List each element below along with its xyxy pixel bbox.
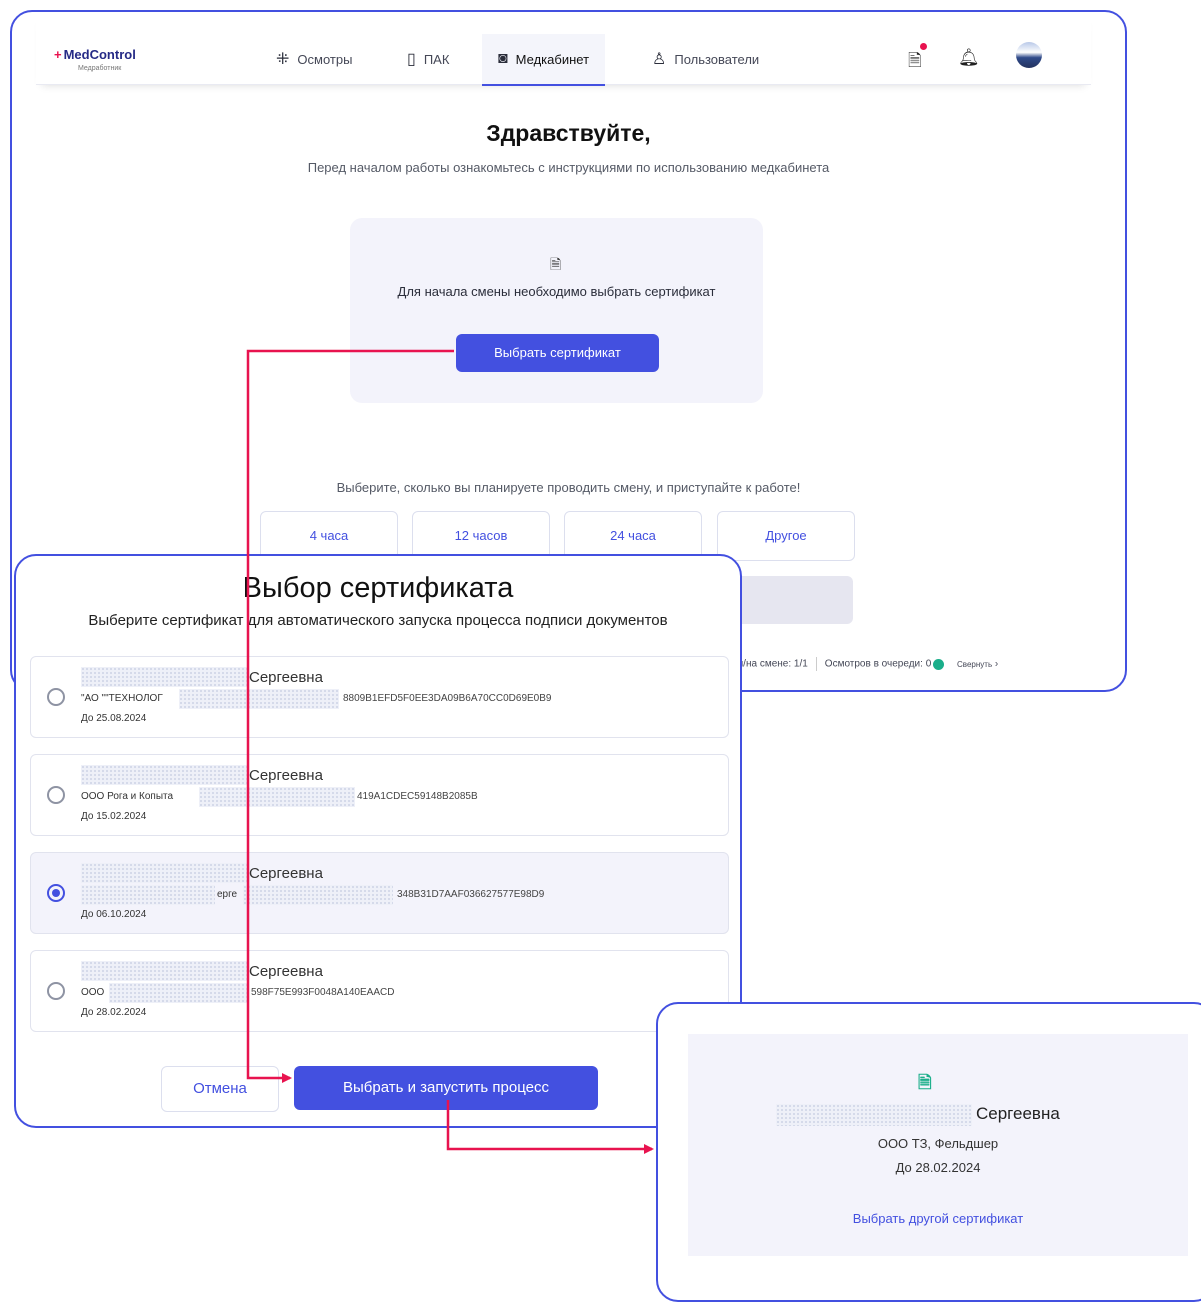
queue-count: 0 <box>925 658 932 670</box>
certificate-date: До 25.08.2024 <box>81 713 147 724</box>
certificate-option[interactable]: Сергеевна "АО ""ТЕХНОЛОГ 8809B1EFD5F0EE3… <box>30 656 729 738</box>
greeting-subtitle: Перед началом работы ознакомьтесь с инст… <box>307 160 830 175</box>
document-icon: 🗎 <box>550 256 562 272</box>
greeting-title: Здравствуйте, <box>486 120 651 146</box>
certificate-option[interactable]: Сергеевна ООО Рога и Копыта 419A1CDEC591… <box>30 754 729 836</box>
certificate-date: До 28.02.2024 <box>81 1007 147 1018</box>
cancel-button[interactable]: Отмена <box>161 1066 279 1112</box>
check-icon <box>933 658 945 670</box>
redacted-block <box>776 1104 972 1126</box>
certificate-option-selected[interactable]: Сергеевна ерге 348B31D7AAF036627577E98D9… <box>30 852 729 934</box>
radio-button[interactable] <box>47 688 65 706</box>
radio-button[interactable] <box>47 982 65 1000</box>
document-icon[interactable]: 🗎 <box>908 48 922 77</box>
loader-icon: ⁜ <box>276 51 290 68</box>
badge-icon: ◙ <box>498 50 508 67</box>
notification-dot <box>920 43 927 50</box>
redacted-block <box>179 689 339 709</box>
shift-prompt: Выберите, сколько вы планируете проводит… <box>336 480 801 495</box>
redacted-block <box>81 885 215 905</box>
on-shift-text: ии/на смене: 1/1 <box>732 658 808 670</box>
redacted-block <box>81 765 247 785</box>
nav-label: Медкабинет <box>515 51 590 67</box>
redacted-block <box>243 885 393 905</box>
redacted-block <box>199 787 355 807</box>
modal-subtitle: Выберите сертификат для автоматического … <box>88 612 668 629</box>
nav-item-users[interactable]: ♙ Пользователи <box>652 34 759 84</box>
certificate-date: До 06.10.2024 <box>81 909 147 920</box>
redacted-block <box>81 667 247 687</box>
queue-label: Осмотров в очереди: <box>824 658 923 670</box>
certificate-org: ООО ТЗ, Фельдшер <box>877 1136 999 1151</box>
certificate-name: Сергеевна <box>249 865 323 882</box>
nav-label: ПАК <box>423 51 450 67</box>
modal-title: Выбор сертификата <box>242 572 514 604</box>
certificate-modal: Выбор сертификата Выберите сертификат дл… <box>14 554 742 1128</box>
plus-icon: + <box>54 47 62 62</box>
certificate-org: ООО <box>81 987 105 998</box>
certificate-date: До 15.02.2024 <box>81 811 147 822</box>
shift-option-other[interactable]: Другое <box>717 511 855 561</box>
divider <box>815 657 817 671</box>
certificate-name: Сергеевна <box>249 669 323 686</box>
user-icon: ♙ <box>652 51 667 68</box>
radio-button-checked[interactable] <box>47 884 65 902</box>
collapse-link[interactable]: Свернуть <box>957 660 992 669</box>
certificate-card: 🗎 Для начала смены необходимо выбрать се… <box>350 218 763 403</box>
certificate-hash: 8809B1EFD5F0EE3DA09B6A70CC0D69E0B9 <box>343 693 552 704</box>
certificate-hash: 598F75E993F0048A140EAACD <box>251 987 395 998</box>
certificate-name: Сергеевна <box>249 963 323 980</box>
nav-label: Пользователи <box>674 51 760 67</box>
nav-label: Осмотры <box>297 51 353 67</box>
logo-text: MedControl <box>63 47 136 62</box>
certificate-org: ООО Рога и Копыта <box>81 791 174 802</box>
logo-subtitle: Медработник <box>78 65 122 72</box>
nav-item-inspections[interactable]: ⁜ Осмотры <box>276 34 352 84</box>
status-bar: ии/на смене: 1/1 Осмотров в очереди: 0 Св… <box>732 657 1093 677</box>
certificate-message: Для начала смены необходимо выбрать серт… <box>397 284 716 299</box>
bell-icon[interactable]: 🔔︎ <box>958 48 980 68</box>
redacted-block <box>109 983 249 1003</box>
logo[interactable]: + MedControl <box>54 47 136 62</box>
select-certificate-button[interactable]: Выбрать сертификат <box>456 334 659 372</box>
selected-certificate-card: 🗎 Сергеевна ООО ТЗ, Фельдшер До 28.02.20… <box>688 1034 1188 1256</box>
certificate-name: Сергеевна <box>249 767 323 784</box>
redacted-block <box>81 863 247 883</box>
radio-button[interactable] <box>47 786 65 804</box>
certificate-date: До 28.02.2024 <box>895 1160 981 1175</box>
certificate-org: ерге <box>217 889 238 900</box>
redacted-block <box>81 961 247 981</box>
certificate-org: "АО ""ТЕХНОЛОГ <box>81 693 163 704</box>
selected-certificate-window: 🗎 Сергеевна ООО ТЗ, Фельдшер До 28.02.20… <box>656 1002 1201 1302</box>
change-certificate-link[interactable]: Выбрать другой сертификат <box>688 1211 1188 1226</box>
avatar[interactable] <box>1016 42 1042 68</box>
confirm-start-button[interactable]: Выбрать и запустить процесс <box>294 1066 598 1110</box>
certificate-icon: 🗎 <box>918 1073 932 1092</box>
certificate-hash: 419A1CDEC59148B2085B <box>357 791 478 802</box>
nav-item-pak[interactable]: ▯ ПАК <box>407 34 449 84</box>
certificate-name: Сергеевна <box>976 1104 1060 1123</box>
nav-item-medcabinet[interactable]: ◙ Медкабинет <box>482 34 606 86</box>
device-icon: ▯ <box>407 51 416 68</box>
certificate-hash: 348B31D7AAF036627577E98D9 <box>397 889 545 900</box>
chevron-right-icon: › <box>994 658 999 670</box>
certificate-option[interactable]: Сергеевна ООО 598F75E993F0048A140EAACD Д… <box>30 950 729 1032</box>
